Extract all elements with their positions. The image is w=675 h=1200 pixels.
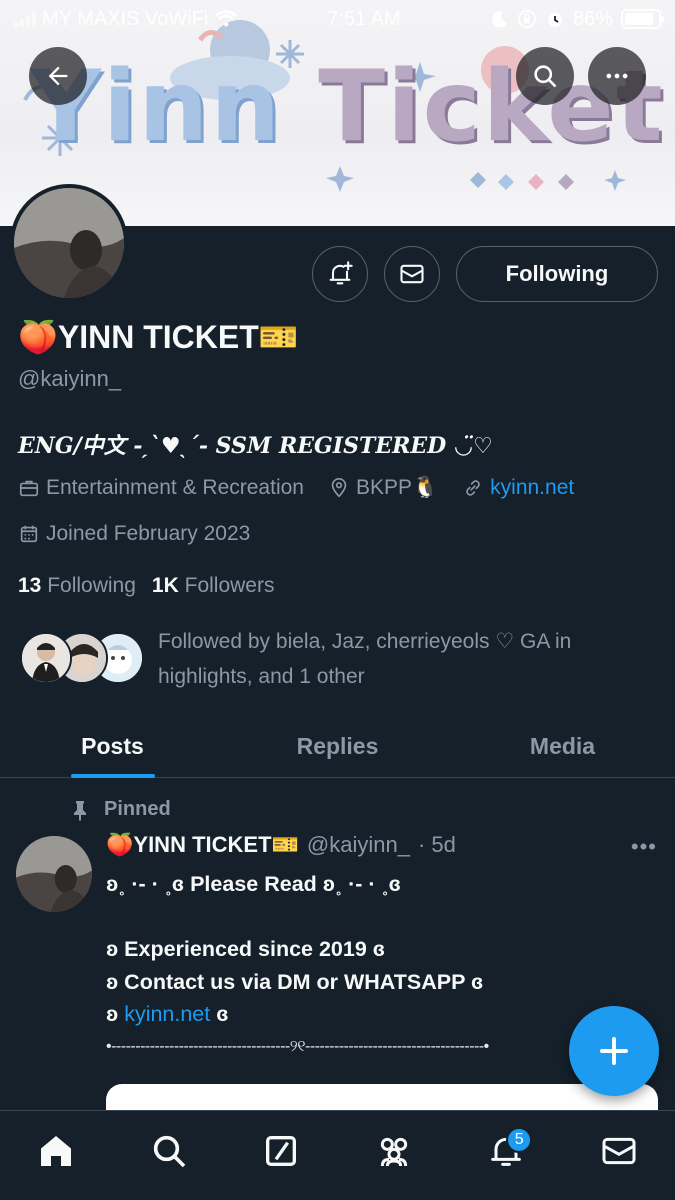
following-count: 13	[18, 574, 42, 597]
grok-icon	[266, 1135, 297, 1166]
post-header: 🍑YINN TICKET🎫 @kaiyinn_ · 5d	[106, 832, 456, 858]
display-name: 🍑YINN TICKET🎫	[18, 319, 299, 355]
moon-icon	[491, 11, 507, 28]
joined-row: Joined February 2023	[18, 522, 274, 546]
nav-home[interactable]	[26, 1121, 86, 1181]
link-icon	[466, 480, 480, 496]
joined-label: Joined February 2023	[46, 522, 251, 545]
pin-icon	[74, 800, 86, 821]
profile-bio: ENG/中文 -ˏˋ♥ˎˊ- SSM REGISTERED ◡̈♡	[18, 433, 493, 459]
rotation-lock-icon	[517, 10, 536, 28]
following-count-link[interactable]: 13 Following	[18, 574, 136, 598]
envelope-icon	[602, 1137, 636, 1164]
communities-icon	[380, 1137, 407, 1166]
wifi-icon	[215, 10, 238, 27]
post-link-prefix: ʚ	[106, 1002, 125, 1026]
notify-button[interactable]	[312, 246, 368, 302]
following-label: Following	[47, 574, 136, 597]
location: BKPP🐧	[328, 476, 438, 500]
avatar-image	[14, 188, 124, 298]
followers-count: 1K	[151, 574, 179, 597]
post-link[interactable]: kyinn.net	[124, 1002, 210, 1026]
nav-search[interactable]	[139, 1121, 199, 1181]
post-time: · 5d	[417, 832, 456, 857]
briefcase-icon	[19, 480, 39, 497]
envelope-icon	[400, 264, 424, 284]
location-pin-icon	[331, 478, 347, 498]
followed-by-avatars[interactable]	[20, 632, 145, 686]
alarm-icon	[547, 13, 562, 27]
signal-icon	[14, 11, 36, 27]
more-icon	[606, 73, 628, 79]
pinned-indicator: Pinned	[70, 798, 171, 821]
following-button[interactable]: Following	[456, 246, 658, 302]
nav-communities[interactable]	[364, 1121, 424, 1181]
home-icon	[41, 1135, 72, 1166]
post-line	[106, 901, 489, 934]
followed-by-text[interactable]: Followed by biela, Jaz, cherrieyeols ♡ G…	[158, 624, 628, 694]
carrier-label: MY MAXIS VoWiFi	[42, 7, 209, 30]
followers-count-link[interactable]: 1K Followers	[152, 574, 275, 598]
joined: Joined February 2023	[18, 522, 250, 546]
search-icon	[534, 65, 557, 88]
category: Entertainment & Recreation	[18, 476, 304, 500]
tab-media[interactable]: Media	[450, 716, 675, 777]
location-label: BKPP🐧	[355, 476, 439, 499]
profile-avatar[interactable]	[10, 184, 128, 302]
clock: 7:51 AM	[327, 7, 401, 30]
bottom-navigation: 5	[0, 1110, 675, 1200]
tab-posts[interactable]: Posts	[0, 716, 225, 777]
post-author-handle: @kaiyinn_	[306, 832, 410, 857]
post-line: ʚ Contact us via DM or WHATSAPP ɞ	[106, 969, 484, 994]
followers-label: Followers	[184, 574, 275, 597]
search-icon	[153, 1135, 186, 1167]
post-author-name[interactable]: 🍑YINN TICKET🎫	[106, 832, 299, 858]
post-link-line: ʚ kyinn.net ɞ	[106, 998, 489, 1031]
nav-grok[interactable]	[251, 1121, 311, 1181]
plus-icon	[600, 1037, 628, 1065]
compose-button[interactable]	[569, 1006, 659, 1096]
search-button[interactable]	[516, 47, 574, 105]
profile-tabs: Posts Replies Media	[0, 716, 675, 778]
post-divider: •-------------------------------------୨୧…	[106, 1037, 489, 1055]
post-avatar-image	[16, 836, 92, 912]
nav-messages[interactable]	[589, 1121, 649, 1181]
bell-plus-icon	[329, 261, 353, 285]
post-more-button[interactable]: •••	[631, 834, 657, 860]
post-link-suffix: ɞ	[210, 1002, 229, 1026]
follower-avatar	[20, 632, 72, 684]
website-link[interactable]: kyinn.net	[490, 476, 574, 500]
back-button[interactable]	[29, 47, 87, 105]
more-button[interactable]	[588, 47, 646, 105]
message-button[interactable]	[384, 246, 440, 302]
post-line: ʚ˳ ·- · ˳ɞ Please Read ʚ˳ ·- · ˳ɞ	[106, 872, 401, 896]
category-label: Entertainment & Recreation	[46, 476, 304, 499]
user-handle: @kaiyinn_	[18, 366, 122, 391]
notifications-badge: 5	[506, 1126, 533, 1153]
nav-notifications[interactable]: 5	[476, 1121, 536, 1181]
profile-meta-row: Entertainment & Recreation BKPP🐧 kyinn.n…	[18, 476, 598, 500]
battery-icon	[621, 9, 664, 29]
tab-replies[interactable]: Replies	[225, 716, 450, 777]
follow-counts: 13 Following 1K Followers	[18, 574, 274, 598]
back-arrow-icon	[48, 66, 68, 86]
battery-percent: 86%	[572, 7, 613, 30]
pinned-label: Pinned	[104, 798, 171, 820]
website[interactable]: kyinn.net	[462, 476, 574, 500]
post-author-avatar[interactable]	[16, 836, 92, 912]
calendar-icon	[20, 525, 38, 543]
post-body[interactable]: ʚ˳ ·- · ˳ɞ Please Read ʚ˳ ·- · ˳ɞ ʚ Expe…	[106, 868, 489, 1063]
post-line: ʚ Experienced since 2019 ɞ	[106, 937, 385, 961]
status-bar: MY MAXIS VoWiFi 7:51 AM 86%	[0, 0, 675, 38]
